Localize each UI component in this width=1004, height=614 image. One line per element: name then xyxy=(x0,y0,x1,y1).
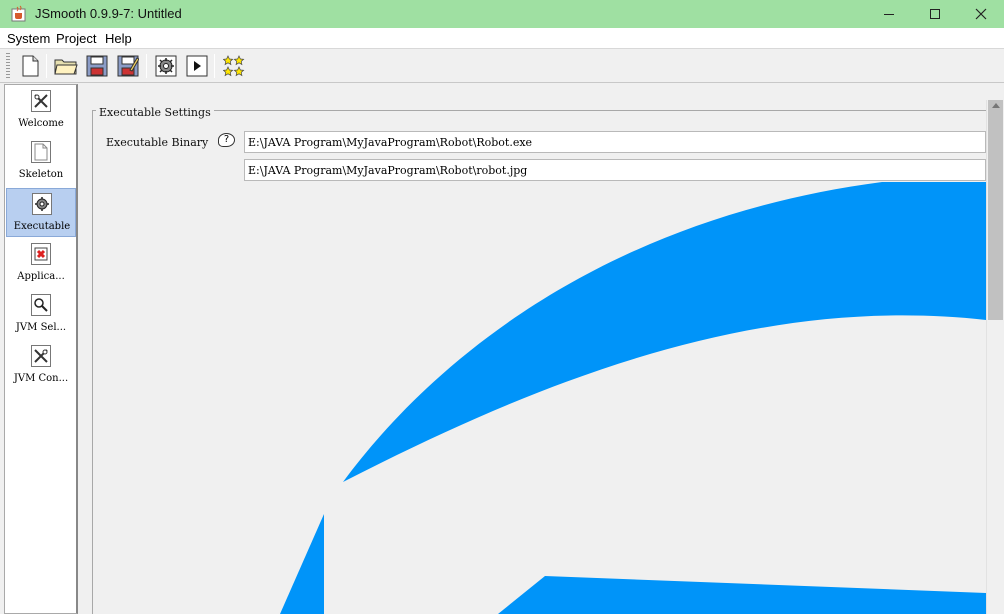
executable-settings-group xyxy=(92,110,997,614)
executable-icon-input[interactable]: E:\JAVA Program\MyJavaProgram\Robot\robo… xyxy=(244,159,986,181)
close-icon xyxy=(975,8,987,20)
sidebar-item-label: JVM Con... xyxy=(13,373,69,384)
stars-icon xyxy=(223,55,245,77)
sidebar-item-label: JVM Sel... xyxy=(15,322,67,333)
save-button[interactable] xyxy=(84,53,110,79)
sidebar-item-application[interactable]: Applica... xyxy=(6,239,76,288)
executable-binary-label: Executable Binary xyxy=(106,136,209,149)
menu-help[interactable]: Help xyxy=(105,31,132,46)
page-icon xyxy=(31,141,51,163)
application-icon xyxy=(31,243,51,265)
toolbar-grip[interactable] xyxy=(6,53,10,79)
toolbar xyxy=(0,49,1004,83)
group-title: Executable Settings xyxy=(96,106,214,119)
minimize-button[interactable] xyxy=(866,0,912,28)
close-button[interactable] xyxy=(958,0,1004,28)
scrollbar-thumb[interactable] xyxy=(988,100,1003,320)
run-button[interactable] xyxy=(184,53,210,79)
sidebar-item-label: Executable xyxy=(13,221,71,232)
window-title: JSmooth 0.9.9-7: Untitled xyxy=(35,6,182,21)
sidebar-item-label: Welcome xyxy=(18,118,64,129)
sidebar-item-welcome[interactable]: Welcome xyxy=(6,86,76,135)
open-button[interactable] xyxy=(53,53,79,79)
java-cup-icon xyxy=(11,5,26,22)
tools-icon xyxy=(31,345,51,367)
compile-gear-icon xyxy=(155,55,177,77)
executable-binary-input[interactable]: E:\JAVA Program\MyJavaProgram\Robot\Robo… xyxy=(244,131,986,153)
magnifier-icon xyxy=(31,294,51,316)
sidebar-item-label: Skeleton xyxy=(18,169,64,180)
menu-system[interactable]: System xyxy=(7,31,50,46)
sidebar: Welcome Skeleton Executable Applica... J… xyxy=(4,84,78,614)
menu-project[interactable]: Project xyxy=(56,31,96,46)
new-project-button[interactable] xyxy=(17,53,43,79)
minimize-icon xyxy=(884,13,894,15)
save-icon xyxy=(86,55,108,77)
run-icon xyxy=(186,55,208,77)
sidebar-item-skeleton[interactable]: Skeleton xyxy=(6,137,76,186)
open-folder-icon xyxy=(54,59,78,75)
title-bar: JSmooth 0.9.9-7: Untitled xyxy=(0,0,1004,28)
gear-icon xyxy=(32,193,52,215)
maximize-icon xyxy=(930,9,940,19)
tools-icon xyxy=(31,90,51,112)
help-icon[interactable]: ? xyxy=(218,133,235,147)
sidebar-item-jvm-selection[interactable]: JVM Sel... xyxy=(6,290,76,339)
about-button[interactable] xyxy=(221,53,247,79)
scroll-up-icon[interactable] xyxy=(992,103,1000,108)
sidebar-item-label: Applica... xyxy=(17,271,65,282)
sidebar-item-jvm-configuration[interactable]: JVM Con... xyxy=(6,341,76,390)
save-as-icon xyxy=(117,55,139,77)
sidebar-item-executable[interactable]: Executable xyxy=(6,188,76,237)
menu-bar: System Project Help xyxy=(0,28,1004,49)
compile-button[interactable] xyxy=(153,53,179,79)
new-document-icon xyxy=(22,55,39,77)
save-as-button[interactable] xyxy=(115,53,141,79)
vertical-scrollbar[interactable] xyxy=(986,100,1004,614)
maximize-button[interactable] xyxy=(912,0,958,28)
